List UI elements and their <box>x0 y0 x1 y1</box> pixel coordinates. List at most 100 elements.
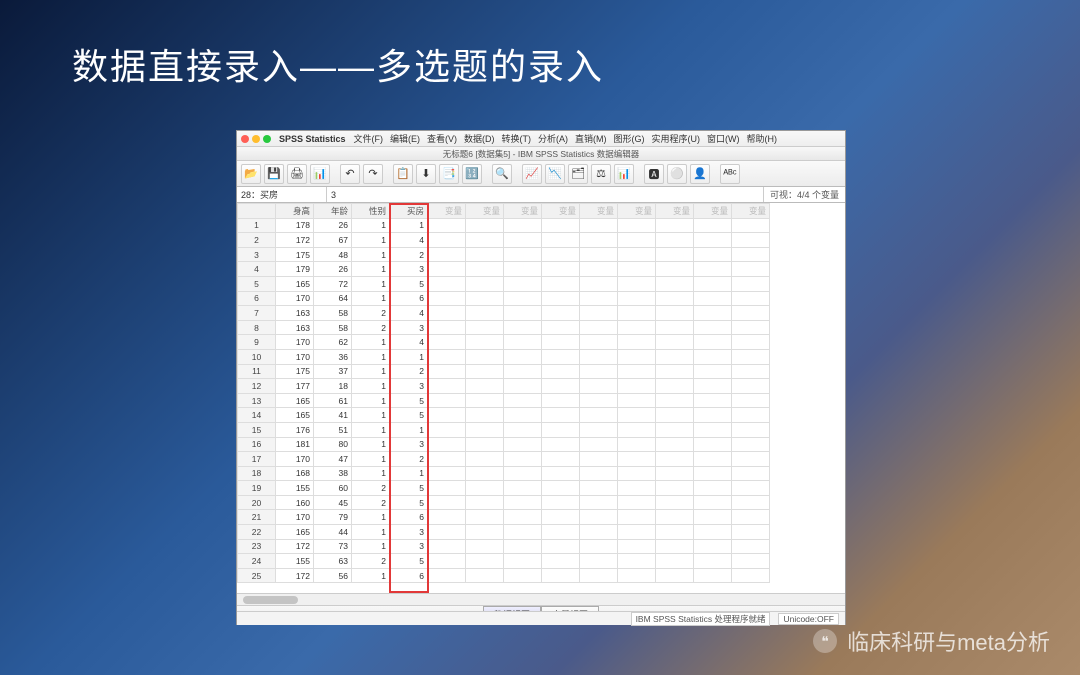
data-cell[interactable] <box>542 364 580 379</box>
data-cell[interactable]: 3 <box>390 262 428 277</box>
data-cell[interactable]: 5 <box>390 393 428 408</box>
data-cell[interactable] <box>694 306 732 321</box>
data-cell[interactable] <box>732 481 770 496</box>
data-cell[interactable] <box>618 276 656 291</box>
data-cell[interactable] <box>732 247 770 262</box>
data-cell[interactable]: 179 <box>276 262 314 277</box>
data-cell[interactable]: 3 <box>390 525 428 540</box>
data-cell[interactable]: 172 <box>276 539 314 554</box>
data-cell[interactable] <box>694 554 732 569</box>
data-cell[interactable] <box>504 452 542 467</box>
data-cell[interactable]: 64 <box>314 291 352 306</box>
toolbar-button[interactable]: 🖨 <box>287 164 307 184</box>
data-cell[interactable]: 1 <box>352 466 390 481</box>
data-cell[interactable] <box>694 233 732 248</box>
menu-item[interactable]: 直销(M) <box>575 134 607 144</box>
data-cell[interactable]: 178 <box>276 218 314 233</box>
data-cell[interactable]: 1 <box>390 349 428 364</box>
data-cell[interactable] <box>694 422 732 437</box>
data-cell[interactable]: 5 <box>390 481 428 496</box>
data-cell[interactable] <box>466 320 504 335</box>
data-cell[interactable] <box>618 554 656 569</box>
data-cell[interactable] <box>580 233 618 248</box>
data-cell[interactable] <box>580 408 618 423</box>
data-cell[interactable] <box>694 218 732 233</box>
data-cell[interactable] <box>542 408 580 423</box>
data-cell[interactable] <box>428 539 466 554</box>
data-cell[interactable]: 37 <box>314 364 352 379</box>
data-cell[interactable]: 175 <box>276 247 314 262</box>
data-cell[interactable] <box>656 452 694 467</box>
data-cell[interactable] <box>694 247 732 262</box>
data-cell[interactable] <box>542 306 580 321</box>
data-cell[interactable] <box>542 262 580 277</box>
data-cell[interactable] <box>656 262 694 277</box>
data-cell[interactable]: 72 <box>314 276 352 291</box>
data-cell[interactable] <box>580 466 618 481</box>
data-cell[interactable] <box>732 291 770 306</box>
data-cell[interactable]: 172 <box>276 233 314 248</box>
data-cell[interactable] <box>580 276 618 291</box>
data-cell[interactable]: 1 <box>352 408 390 423</box>
data-cell[interactable]: 58 <box>314 320 352 335</box>
data-cell[interactable] <box>694 510 732 525</box>
zoom-icon[interactable] <box>263 135 271 143</box>
data-cell[interactable] <box>656 393 694 408</box>
data-cell[interactable] <box>466 422 504 437</box>
data-cell[interactable] <box>428 393 466 408</box>
data-cell[interactable] <box>466 510 504 525</box>
menu-item[interactable]: 实用程序(U) <box>652 134 701 144</box>
data-cell[interactable]: 48 <box>314 247 352 262</box>
data-cell[interactable] <box>542 466 580 481</box>
data-cell[interactable]: 79 <box>314 510 352 525</box>
data-cell[interactable]: 6 <box>390 568 428 583</box>
column-header[interactable]: 身高 <box>276 204 314 219</box>
data-cell[interactable] <box>542 452 580 467</box>
row-header[interactable]: 10 <box>238 349 276 364</box>
menu-item[interactable]: 窗口(W) <box>707 134 740 144</box>
data-cell[interactable]: 41 <box>314 408 352 423</box>
data-cell[interactable] <box>428 422 466 437</box>
data-cell[interactable]: 1 <box>352 349 390 364</box>
data-cell[interactable] <box>618 481 656 496</box>
data-cell[interactable] <box>504 335 542 350</box>
data-cell[interactable]: 6 <box>390 291 428 306</box>
data-cell[interactable] <box>504 539 542 554</box>
data-cell[interactable]: 2 <box>352 306 390 321</box>
data-cell[interactable]: 3 <box>390 539 428 554</box>
menu-item[interactable]: 转换(T) <box>502 134 532 144</box>
data-cell[interactable] <box>542 320 580 335</box>
data-cell[interactable]: 172 <box>276 568 314 583</box>
data-cell[interactable] <box>542 335 580 350</box>
data-cell[interactable]: 73 <box>314 539 352 554</box>
data-cell[interactable] <box>466 364 504 379</box>
data-cell[interactable] <box>732 554 770 569</box>
data-cell[interactable]: 1 <box>352 291 390 306</box>
data-cell[interactable] <box>732 568 770 583</box>
data-cell[interactable] <box>466 525 504 540</box>
data-cell[interactable] <box>618 568 656 583</box>
data-cell[interactable] <box>504 291 542 306</box>
data-cell[interactable] <box>656 379 694 394</box>
data-cell[interactable] <box>656 233 694 248</box>
minimize-icon[interactable] <box>252 135 260 143</box>
data-cell[interactable] <box>694 291 732 306</box>
data-cell[interactable] <box>466 393 504 408</box>
data-cell[interactable]: 165 <box>276 276 314 291</box>
data-cell[interactable]: 67 <box>314 233 352 248</box>
data-cell[interactable]: 2 <box>352 554 390 569</box>
toolbar-button[interactable]: ↶ <box>340 164 360 184</box>
row-header[interactable]: 8 <box>238 320 276 335</box>
data-cell[interactable] <box>732 320 770 335</box>
data-cell[interactable] <box>732 364 770 379</box>
data-cell[interactable] <box>618 495 656 510</box>
data-cell[interactable] <box>732 466 770 481</box>
data-cell[interactable] <box>656 247 694 262</box>
data-cell[interactable]: 2 <box>352 481 390 496</box>
data-cell[interactable] <box>656 408 694 423</box>
data-cell[interactable] <box>618 306 656 321</box>
data-cell[interactable] <box>428 291 466 306</box>
data-cell[interactable] <box>428 218 466 233</box>
data-cell[interactable] <box>618 437 656 452</box>
row-header[interactable]: 1 <box>238 218 276 233</box>
